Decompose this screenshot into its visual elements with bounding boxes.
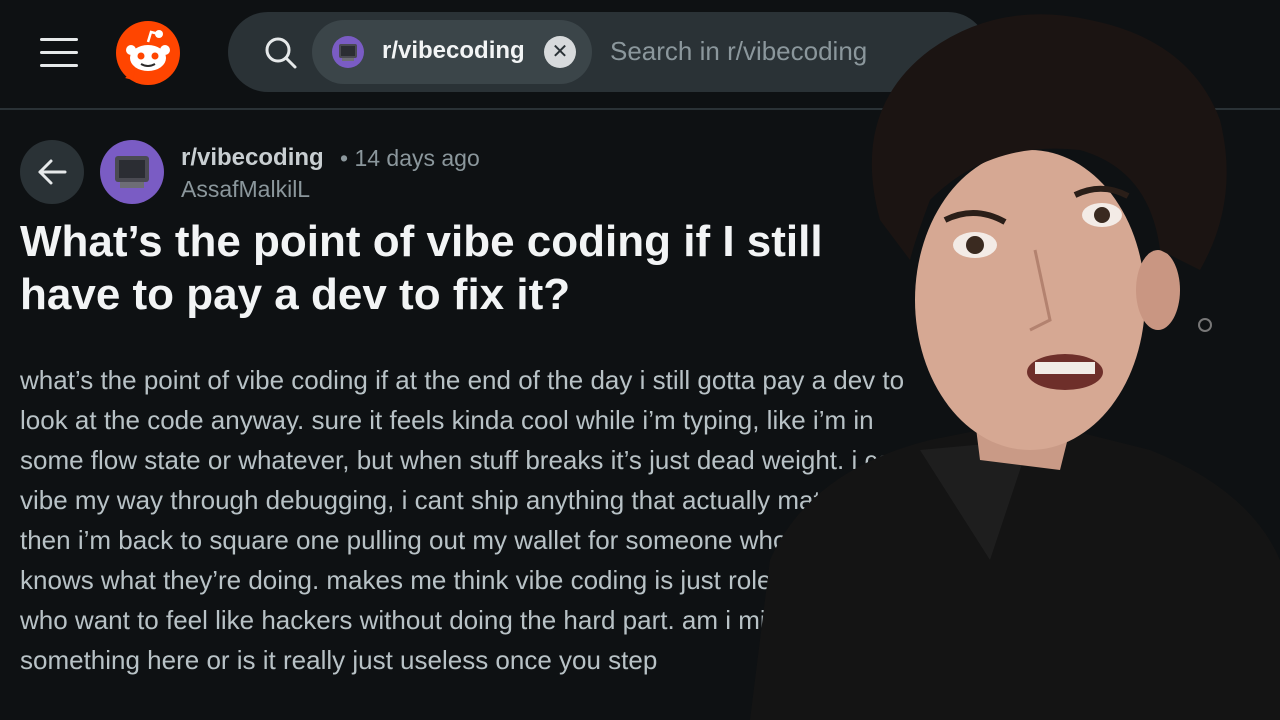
author-link[interactable]: AssafMalkilL [181, 176, 310, 203]
subreddit-link[interactable]: r/vibecoding [181, 144, 324, 172]
close-icon[interactable]: ✕ [544, 36, 576, 68]
subreddit-avatar[interactable] [100, 140, 164, 204]
presenter-photo [750, 14, 1280, 720]
subreddit-avatar [332, 36, 364, 68]
back-arrow-icon [38, 159, 67, 185]
subreddit-filter-chip[interactable]: r/vibecoding ✕ [312, 20, 592, 84]
menu-icon[interactable] [40, 38, 80, 68]
chip-label: r/vibecoding [382, 37, 525, 64]
search-icon [265, 37, 297, 69]
reddit-logo-icon[interactable] [115, 20, 181, 86]
back-button[interactable] [20, 140, 84, 204]
post-timestamp: • 14 days ago [340, 145, 480, 171]
